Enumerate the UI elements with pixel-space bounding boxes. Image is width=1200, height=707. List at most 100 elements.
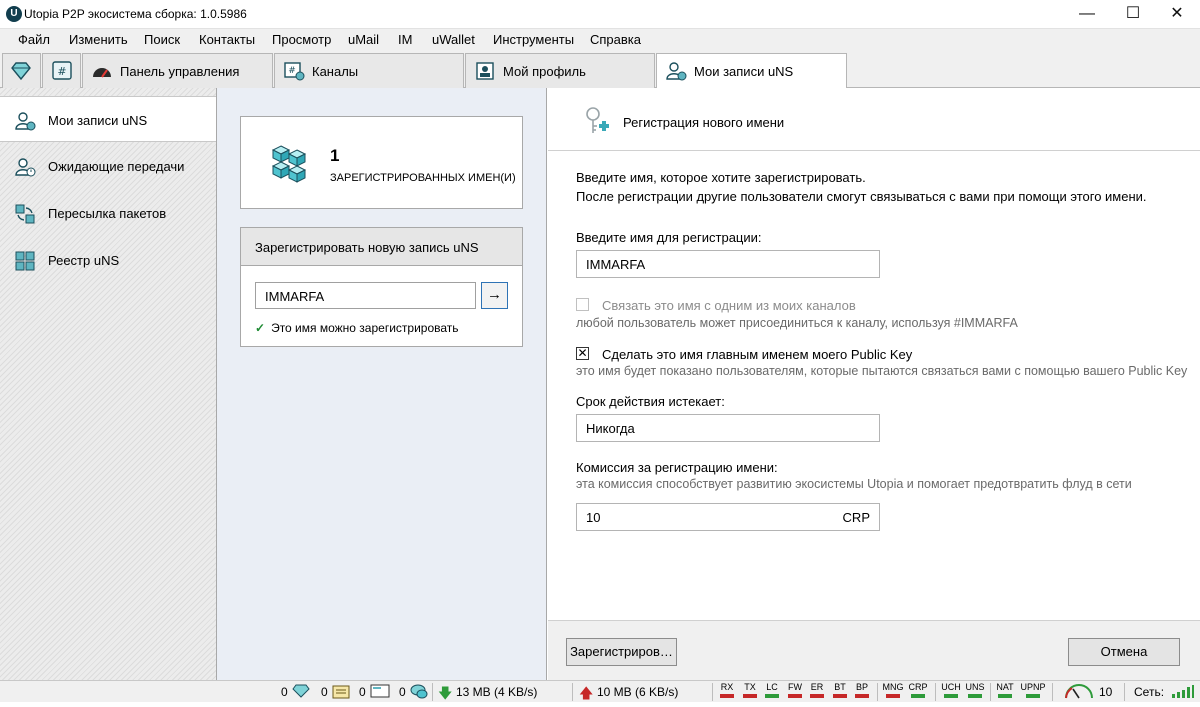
tab-crystal[interactable] — [2, 53, 41, 88]
register-button[interactable]: Зарегистриров… — [566, 638, 677, 666]
menu-im[interactable]: IM — [398, 32, 412, 47]
network-label: Сеть: — [1134, 685, 1165, 699]
tab-profile-label: Мой профиль — [503, 64, 586, 79]
sidebar-item-uns-registry[interactable]: Реестр uNS — [0, 237, 216, 283]
indicator-mng: MNG — [882, 682, 904, 698]
menu-uwallet[interactable]: uWallet — [432, 32, 475, 47]
registered-count-label: ЗАРЕГИСТРИРОВАННЫХ ИМЕН(И) — [330, 172, 516, 184]
menu-search[interactable]: Поиск — [144, 32, 180, 47]
availability-text: Это имя можно зарегистрировать — [271, 321, 459, 335]
indicator-rx: RX — [718, 682, 736, 698]
tab-channels[interactable]: # Каналы — [274, 53, 464, 88]
crystal-count: 0 — [281, 685, 288, 699]
peers-count: 10 — [1099, 685, 1113, 699]
availability-status: ✓ Это имя можно зарегистрировать — [255, 321, 459, 335]
indicator-fw: FW — [786, 682, 804, 698]
upload-arrow-icon: 🡅 — [579, 685, 594, 701]
maximize-button[interactable]: ☐ — [1110, 0, 1156, 29]
mail-icon — [370, 684, 390, 698]
cubes-icon — [271, 145, 307, 183]
title-bar: U Utopia P2P экосистема сборка: 1.0.5986… — [0, 0, 1200, 29]
tab-channel-hash[interactable]: # — [42, 53, 81, 88]
cubes-icon — [15, 251, 35, 271]
menu-umail[interactable]: uMail — [348, 32, 379, 47]
primary-name-checkbox[interactable]: ✕ — [576, 347, 589, 360]
sidebar-item-packet-forwarding[interactable]: Пересылка пакетов — [0, 190, 216, 236]
registered-names-card: 1 ЗАРЕГИСТРИРОВАННЫХ ИМЕН(И) — [240, 116, 523, 209]
svg-text:#: # — [57, 65, 66, 78]
chat-bubbles-icon — [410, 684, 428, 699]
window-title: Utopia P2P экосистема сборка: 1.0.5986 — [24, 7, 247, 21]
cancel-button[interactable]: Отмена — [1068, 638, 1180, 666]
tab-dashboard[interactable]: Панель управления — [82, 53, 273, 88]
sidebar-item-my-uns[interactable]: Мои записи uNS — [0, 96, 216, 142]
sidebar-item-label: Ожидающие передачи — [48, 159, 185, 174]
close-button[interactable]: ✕ — [1154, 0, 1200, 29]
menu-contacts[interactable]: Контакты — [199, 32, 255, 47]
tab-channels-label: Каналы — [312, 64, 359, 79]
gauge-icon — [93, 68, 111, 78]
sidebar-item-pending-transfers[interactable]: Ожидающие передачи — [0, 143, 216, 189]
menu-help[interactable]: Справка — [590, 32, 641, 47]
indicator-uch: UCH — [940, 682, 962, 698]
form-title: Регистрация нового имени — [623, 115, 785, 130]
menu-edit[interactable]: Изменить — [69, 32, 128, 47]
form-footer: Зарегистриров… Отмена — [548, 620, 1200, 680]
expiry-field[interactable]: Никогда — [576, 414, 880, 442]
indicator-er: ER — [808, 682, 826, 698]
indicator-bp: BP — [853, 682, 871, 698]
upload-stats: 10 MB (6 KB/s) — [597, 685, 679, 699]
indicator-uns: UNS — [964, 682, 986, 698]
fee-field[interactable]: 10 CRP — [576, 503, 880, 531]
svg-text:#: # — [288, 66, 296, 76]
register-uns-header: Зарегистрировать новую запись uNS — [241, 228, 522, 266]
registration-form: Регистрация нового имени Введите имя, ко… — [548, 88, 1200, 680]
download-arrow-icon: 🡇 — [438, 685, 453, 701]
uns-card-icon — [332, 685, 350, 699]
intro-line-1: Введите имя, которое хотите зарегистриро… — [576, 170, 866, 185]
tab-uns[interactable]: Мои записи uNS — [656, 53, 847, 89]
fee-currency: CRP — [842, 510, 870, 525]
primary-name-label: Сделать это имя главным именем моего Pub… — [602, 347, 913, 362]
link-channel-label: Связать это имя с одним из моих каналов — [602, 298, 856, 313]
sidebar-item-label: Мои записи uNS — [48, 113, 148, 128]
arrow-right-icon[interactable]: → — [481, 282, 508, 309]
signal-strength-icon — [1172, 685, 1194, 698]
registered-count: 1 — [330, 146, 340, 165]
name-label: Введите имя для регистрации: — [576, 230, 762, 245]
indicator-tx: TX — [741, 682, 759, 698]
status-bar: 0 0 0 0 🡇 13 MB (4 KB/s) 🡅 10 MB (6 KB/s… — [0, 680, 1200, 702]
sidebar-item-label: Пересылка пакетов — [48, 206, 167, 221]
chat-count: 0 — [399, 685, 406, 699]
menu-file[interactable]: Файл — [18, 32, 50, 47]
app-logo-icon: U — [6, 6, 22, 22]
fee-label: Комиссия за регистрацию имени: — [576, 460, 778, 475]
indicator-bt: BT — [831, 682, 849, 698]
mail-count: 0 — [359, 685, 366, 699]
indicator-lc: LC — [763, 682, 781, 698]
fee-hint: эта комиссия способствует развитию экоси… — [576, 477, 1132, 491]
uns-user-icon — [15, 112, 36, 131]
register-uns-heading: Зарегистрировать новую запись uNS — [255, 240, 479, 255]
tab-uns-label: Мои записи uNS — [694, 64, 794, 79]
download-stats: 13 MB (4 KB/s) — [456, 685, 538, 699]
crystal-icon — [292, 684, 310, 698]
minimize-button[interactable]: — — [1064, 0, 1110, 29]
primary-name-hint: это имя будет показано пользователям, ко… — [576, 364, 1188, 378]
crystal-icon — [11, 62, 31, 81]
name-field[interactable]: IMMARFA — [576, 250, 880, 278]
form-header: Регистрация нового имени — [548, 88, 1200, 151]
tab-dashboard-label: Панель управления — [120, 64, 240, 79]
uns-name-input[interactable]: IMMARFA — [255, 282, 476, 309]
uns-summary-panel: 1 ЗАРЕГИСТРИРОВАННЫХ ИМЕН(И) Зарегистрир… — [217, 88, 547, 680]
link-channel-checkbox[interactable] — [576, 298, 589, 311]
menu-tools[interactable]: Инструменты — [493, 32, 574, 47]
channels-icon: # — [284, 62, 305, 81]
sidebar-item-label: Реестр uNS — [48, 253, 120, 268]
profile-icon — [476, 62, 494, 80]
hash-icon: # — [52, 61, 72, 80]
menu-view[interactable]: Просмотр — [272, 32, 331, 47]
checkmark-icon: ✓ — [255, 321, 266, 335]
uns-count: 0 — [321, 685, 328, 699]
tab-profile[interactable]: Мой профиль — [465, 53, 655, 88]
